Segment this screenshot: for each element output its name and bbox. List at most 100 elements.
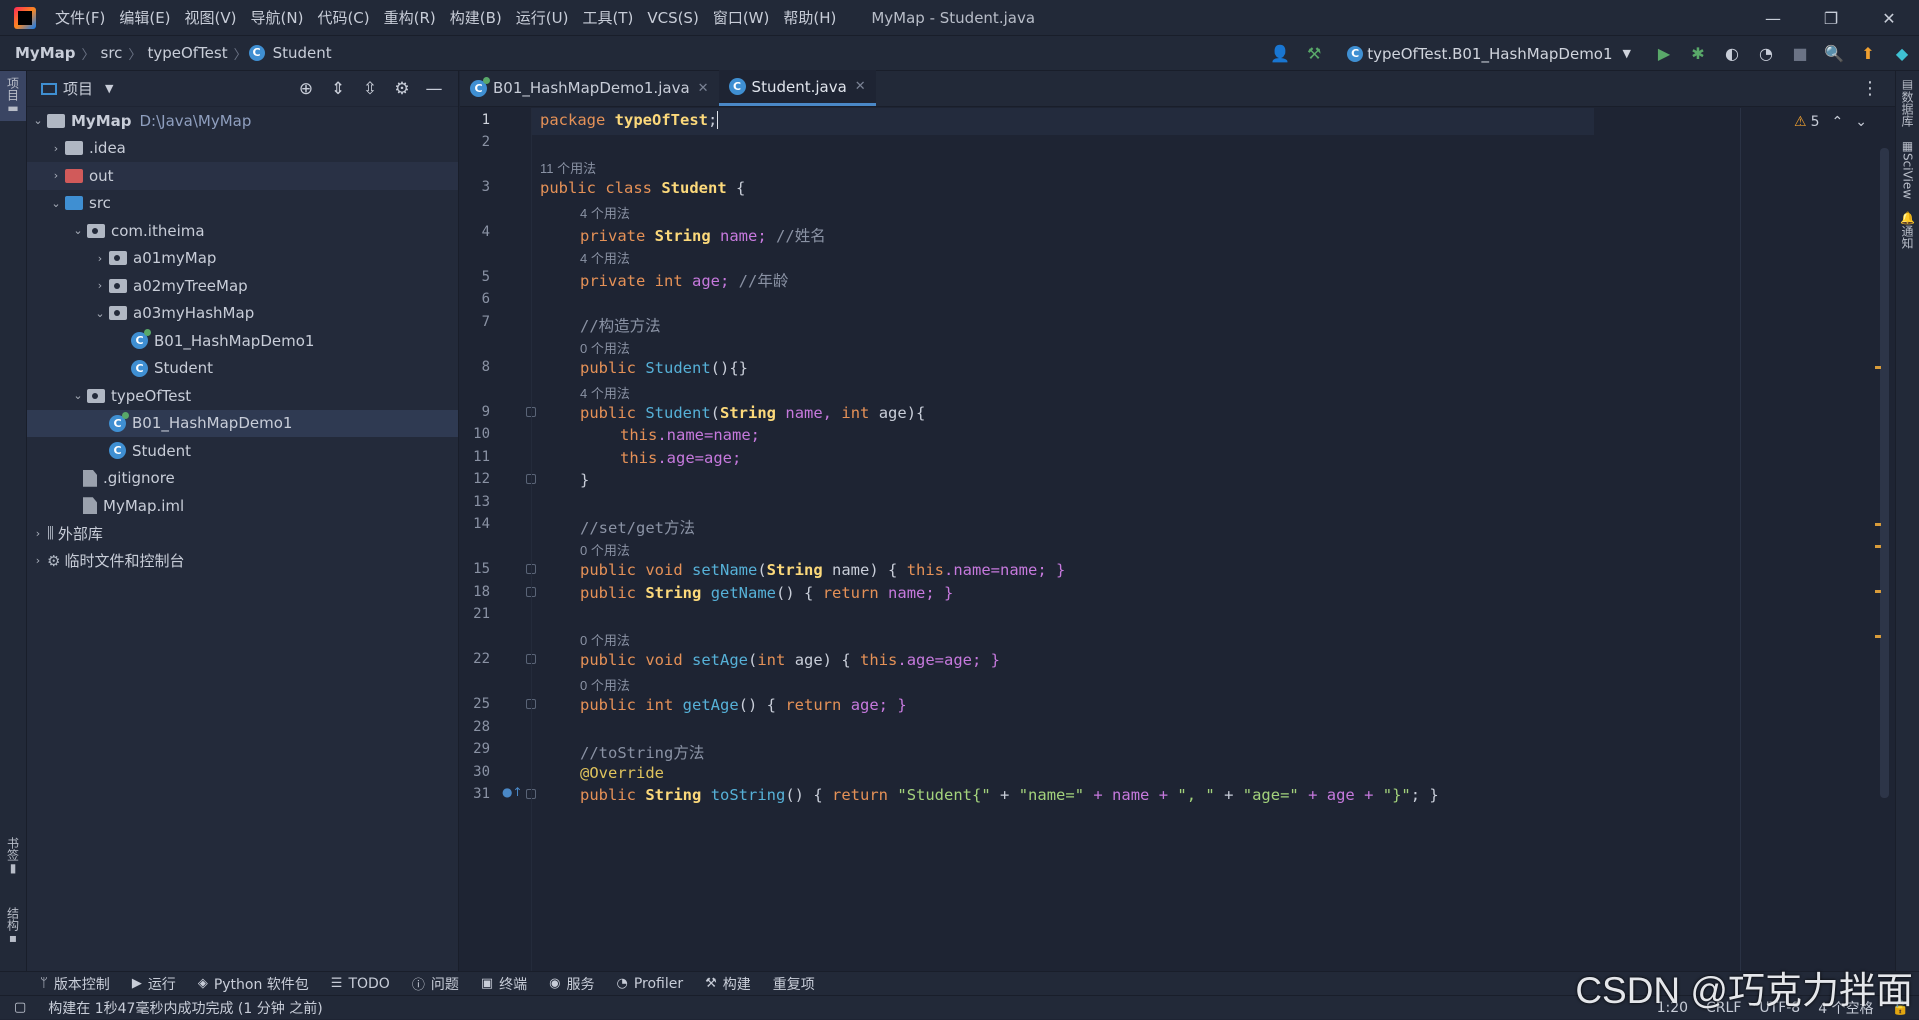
chevron-down-icon[interactable]: ⌄ — [91, 307, 109, 320]
menu-help[interactable]: 帮助(H) — [776, 0, 843, 36]
dropdown-arrow-icon[interactable]: ▼ — [105, 82, 113, 95]
usages-hint[interactable]: 4 个用法 — [580, 248, 630, 267]
structure-tool-button[interactable]: 结构 ▪ — [0, 901, 26, 951]
tool-python-packages[interactable]: ◈ Python 软件包 — [198, 974, 309, 994]
tree-row-scratches[interactable]: › ⚙ 临时文件和控制台 — [27, 547, 458, 575]
notifications-tool-button[interactable]: 🔔 通知 — [1896, 205, 1919, 255]
debug-icon[interactable]: ✱ — [1684, 40, 1712, 68]
breadcrumb-src[interactable]: src — [97, 44, 127, 62]
hide-icon[interactable]: — — [418, 79, 450, 99]
build-hammer-icon[interactable]: ⚒ — [1300, 40, 1328, 68]
inspection-widget[interactable]: ⚠ 5 ⌃ ⌄ — [1794, 114, 1867, 130]
expand-all-icon[interactable]: ⇕ — [322, 79, 354, 99]
tool-profiler[interactable]: ◔ Profiler — [616, 976, 683, 992]
breadcrumb-project[interactable]: MyMap — [0, 44, 80, 62]
breadcrumb-package[interactable]: typeOfTest — [143, 44, 231, 62]
chevron-down-icon[interactable]: ⌄ — [29, 114, 47, 127]
more-options-icon[interactable]: ⋮ — [1861, 71, 1879, 107]
tab-student[interactable]: C Student.java ✕ — [718, 70, 876, 106]
tool-problems[interactable]: ⓘ 问题 — [412, 974, 459, 994]
vertical-scrollbar[interactable] — [1880, 148, 1889, 798]
usages-hint[interactable]: 0 个用法 — [580, 540, 630, 559]
close-icon[interactable]: ✕ — [1861, 0, 1917, 36]
settings-gear-icon[interactable]: ⚙ — [386, 79, 418, 99]
menu-code[interactable]: 代码(C) — [310, 0, 376, 36]
run-icon[interactable]: ▶ — [1650, 40, 1678, 68]
tab-b01-hashmapdemo1[interactable]: C B01_HashMapDemo1.java ✕ — [460, 70, 719, 106]
tool-run[interactable]: ▶ 运行 — [132, 974, 176, 994]
tool-version-control[interactable]: ᛘ 版本控制 — [40, 974, 110, 994]
usages-hint[interactable]: 0 个用法 — [580, 630, 630, 649]
tool-terminal[interactable]: ▣ 终端 — [481, 974, 527, 994]
tree-row-b01-hashmapdemo1[interactable]: C B01_HashMapDemo1 — [27, 327, 458, 355]
tree-row-student[interactable]: C Student — [27, 437, 458, 465]
chevron-right-icon[interactable]: › — [91, 252, 109, 265]
search-icon[interactable]: 🔍 — [1820, 40, 1848, 68]
tool-build[interactable]: ⚒ 构建 — [705, 974, 751, 994]
tree-row-b01-hashmapdemo1-selected[interactable]: C B01_HashMapDemo1 — [27, 409, 458, 437]
tool-todo[interactable]: ☰ TODO — [331, 976, 390, 992]
user-icon[interactable]: 👤 — [1266, 40, 1294, 68]
chevron-right-icon[interactable]: › — [47, 142, 65, 155]
menu-vcs[interactable]: VCS(S) — [640, 0, 705, 36]
warning-marker[interactable] — [1875, 635, 1881, 638]
close-tab-icon[interactable]: ✕ — [855, 79, 866, 94]
usages-hint[interactable]: 0 个用法 — [580, 338, 630, 357]
menu-window[interactable]: 窗口(W) — [706, 0, 777, 36]
close-tab-icon[interactable]: ✕ — [698, 81, 709, 96]
sciview-tool-button[interactable]: ▦ SciView — [1896, 133, 1919, 205]
chevron-down-icon[interactable]: ⌄ — [69, 224, 87, 237]
tree-row-external-libraries[interactable]: › ⫼ 外部库 — [27, 520, 458, 548]
tree-row-com-itheima[interactable]: ⌄ com.itheima — [27, 217, 458, 245]
locate-icon[interactable]: ⊕ — [290, 79, 322, 99]
tool-duplicates[interactable]: 重复项 — [773, 974, 815, 994]
breadcrumb-class[interactable]: Student — [269, 44, 336, 62]
menu-navigate[interactable]: 导航(N) — [244, 0, 311, 36]
tree-row-out[interactable]: › out — [27, 162, 458, 190]
tree-row-idea[interactable]: › .idea — [27, 135, 458, 163]
jetbrains-toolbox-icon[interactable]: ◆ — [1888, 40, 1916, 68]
coverage-icon[interactable]: ◐ — [1718, 40, 1746, 68]
stop-icon[interactable]: ■ — [1786, 40, 1814, 68]
menu-edit[interactable]: 编辑(E) — [112, 0, 177, 36]
warning-marker[interactable] — [1875, 545, 1881, 548]
database-tool-button[interactable]: ▤ 数据库 — [1896, 71, 1919, 133]
menu-tools[interactable]: 工具(T) — [575, 0, 640, 36]
usages-hint[interactable]: 4 个用法 — [580, 203, 630, 222]
tree-row-a02mytreemap[interactable]: › a02myTreeMap — [27, 272, 458, 300]
profile-icon[interactable]: ◔ — [1752, 40, 1780, 68]
project-title[interactable]: 项目 — [63, 78, 93, 99]
run-configuration-select[interactable]: C typeOfTest.B01_HashMapDemo1 ▼ — [1339, 40, 1639, 68]
update-icon[interactable]: ⬆ — [1854, 40, 1882, 68]
panel-toggle-icon[interactable]: ▢ — [14, 1000, 26, 1015]
menu-view[interactable]: 视图(V) — [178, 0, 244, 36]
chevron-right-icon[interactable]: › — [29, 554, 47, 567]
tree-row-mymap-iml[interactable]: MyMap.iml — [27, 492, 458, 520]
chevron-down-icon[interactable]: ⌄ — [47, 197, 65, 210]
tree-row-a03myhashmap[interactable]: ⌄ a03myHashMap — [27, 300, 458, 328]
tree-row-src[interactable]: ⌄ src — [27, 190, 458, 218]
warning-marker[interactable] — [1875, 523, 1881, 526]
menu-file[interactable]: 文件(F) — [48, 0, 112, 36]
menu-build[interactable]: 构建(B) — [443, 0, 509, 36]
menu-run[interactable]: 运行(U) — [509, 0, 576, 36]
warning-marker[interactable] — [1875, 590, 1881, 593]
usages-hint[interactable]: 0 个用法 — [580, 675, 630, 694]
next-highlight-icon[interactable]: ⌄ — [1855, 114, 1867, 130]
chevron-right-icon[interactable]: › — [91, 279, 109, 292]
override-method-icon[interactable]: ●↑ — [502, 785, 523, 799]
bookmarks-tool-button[interactable]: 书签 ▮ — [0, 831, 26, 881]
collapse-all-icon[interactable]: ⇳ — [354, 79, 386, 99]
chevron-right-icon[interactable]: › — [29, 527, 47, 540]
tree-row-typeoftest[interactable]: ⌄ typeOfTest — [27, 382, 458, 410]
chevron-right-icon[interactable]: › — [47, 169, 65, 182]
previous-highlight-icon[interactable]: ⌃ — [1832, 114, 1844, 130]
tree-row-gitignore[interactable]: .gitignore — [27, 465, 458, 493]
tree-row-student[interactable]: C Student — [27, 355, 458, 383]
tool-services[interactable]: ◉ 服务 — [549, 974, 594, 994]
tree-row-mymap[interactable]: ⌄ MyMap D:\Java\MyMap — [27, 107, 458, 135]
usages-hint[interactable]: 11 个用法 — [540, 158, 596, 177]
menu-refactor[interactable]: 重构(R) — [377, 0, 443, 36]
chevron-down-icon[interactable]: ⌄ — [69, 389, 87, 402]
status-message[interactable]: 构建在 1秒47毫秒内成功完成 (1 分钟 之前) — [48, 998, 322, 1018]
